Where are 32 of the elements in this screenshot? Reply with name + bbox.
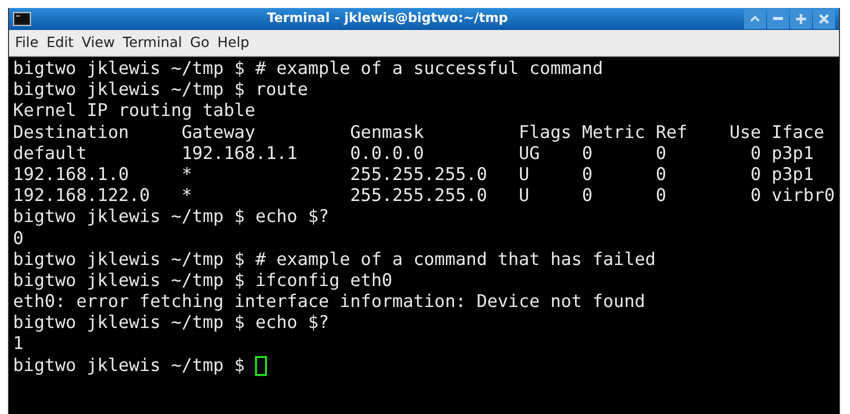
- menu-item[interactable]: File: [13, 32, 40, 54]
- terminal-line: Kernel IP routing table: [13, 101, 256, 123]
- terminal-icon: [13, 12, 31, 26]
- window-title: Terminal - jklewis@bigtwo:~/tmp: [266, 10, 509, 28]
- terminal-line: eth0: error fetching interface information: Device not found: [13, 292, 646, 314]
- close-icon: [819, 14, 829, 24]
- terminal-line: bigtwo jklewis ~/tmp $ route: [13, 80, 308, 102]
- menu-item[interactable]: Go: [188, 32, 212, 54]
- terminal-line: 192.168.1.0 * 255.255.255.0 U 0 0 0 p3p1: [13, 164, 814, 186]
- terminal-line: 0: [13, 228, 24, 250]
- terminal-line: default 192.168.1.1 0.0.0.0 UG 0 0 0 p3p1: [13, 144, 814, 165]
- minimize-icon: [773, 17, 783, 21]
- terminal-line: bigtwo jklewis ~/tmp $ ifconfig eth0: [13, 270, 392, 292]
- terminal-line: bigtwo jklewis ~/tmp $ echo $?: [13, 207, 330, 228]
- terminal-line: bigtwo jklewis ~/tmp $ echo $?: [13, 313, 330, 334]
- menu-item[interactable]: View: [80, 32, 117, 54]
- shell-prompt: bigtwo jklewis ~/tmp $: [13, 356, 245, 377]
- terminal-line: 1: [13, 334, 24, 356]
- menu-item[interactable]: Help: [215, 32, 252, 54]
- plus-icon: [796, 14, 806, 24]
- terminal-line: bigtwo jklewis ~/tmp $ # example of a successful command: [13, 59, 604, 80]
- menu-item[interactable]: Edit: [44, 32, 76, 54]
- terminal-line: 192.168.122.0 * 255.255.255.0 U 0 0 0 virbr0: [13, 186, 835, 208]
- chevron-up-icon: [750, 15, 760, 23]
- text-cursor: [254, 356, 267, 376]
- shade-button[interactable]: [744, 9, 766, 29]
- close-button[interactable]: [813, 9, 835, 29]
- minimize-button[interactable]: [767, 9, 789, 29]
- maximize-button[interactable]: [790, 9, 812, 29]
- terminal-line: bigtwo jklewis ~/tmp $ # example of a command that has failed: [13, 250, 656, 271]
- menu-item[interactable]: Terminal: [120, 32, 184, 54]
- terminal-line: Destination Gateway Genmask Flags Metric Ref Use Iface: [13, 122, 824, 144]
